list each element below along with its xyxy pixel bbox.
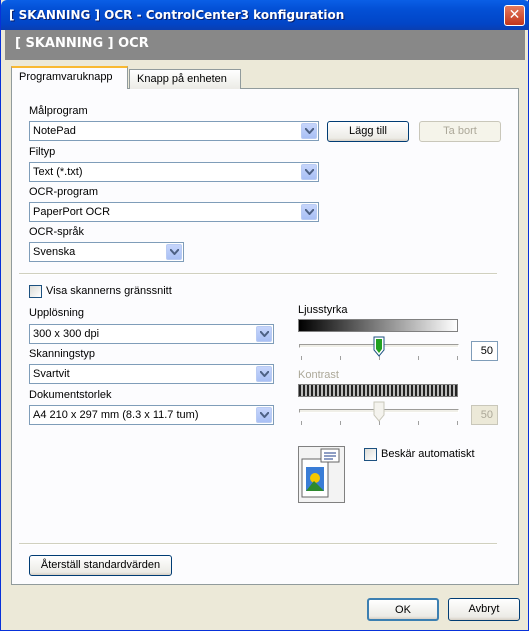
ocr-language-select[interactable]: Svenska xyxy=(29,242,184,262)
document-size-select[interactable]: A4 210 x 297 mm (8.3 x 11.7 tum) xyxy=(29,405,274,425)
scan-document-icon xyxy=(298,446,345,503)
document-size-label: Dokumentstorlek xyxy=(29,389,112,401)
resolution-value: 300 x 300 dpi xyxy=(33,328,100,340)
window-title: [ SKANNING ] OCR - ControlCenter3 konfig… xyxy=(9,8,345,22)
separator xyxy=(19,543,497,545)
target-app-label: Målprogram xyxy=(29,105,88,117)
filetype-select[interactable]: Text (*.txt) xyxy=(29,162,319,182)
chevron-down-icon xyxy=(301,204,317,220)
contrast-value-field[interactable]: 50 xyxy=(471,405,498,425)
add-button[interactable]: Lägg till xyxy=(327,121,409,142)
target-app-value: NotePad xyxy=(33,125,76,137)
show-scanner-ui-label: Visa skannerns gränssnitt xyxy=(46,285,172,297)
remove-button[interactable]: Ta bort xyxy=(419,121,501,142)
header-title: [ SKANNING ] OCR xyxy=(15,36,149,51)
auto-crop-label: Beskär automatiskt xyxy=(381,448,475,460)
contrast-slider-thumb[interactable] xyxy=(373,401,385,422)
chevron-down-icon xyxy=(256,326,272,342)
chevron-down-icon xyxy=(301,164,317,180)
chevron-down-icon xyxy=(256,366,272,382)
brightness-label: Ljusstyrka xyxy=(298,304,348,316)
restore-defaults-button[interactable]: Återställ standardvärden xyxy=(29,555,172,576)
brightness-value-field[interactable]: 50 xyxy=(471,341,498,361)
contrast-pattern xyxy=(298,384,458,397)
filetype-label: Filtyp xyxy=(29,146,56,158)
ok-button[interactable]: OK xyxy=(367,598,439,621)
document-size-value: A4 210 x 297 mm (8.3 x 11.7 tum) xyxy=(33,409,199,421)
ocr-language-value: Svenska xyxy=(33,246,76,258)
brightness-slider-thumb[interactable] xyxy=(373,336,385,357)
filetype-value: Text (*.txt) xyxy=(33,166,83,178)
chevron-down-icon xyxy=(301,123,317,139)
ocr-program-select[interactable]: PaperPort OCR xyxy=(29,202,319,222)
resolution-label: Upplösning xyxy=(29,307,85,319)
cancel-button[interactable]: Avbryt xyxy=(448,598,520,621)
contrast-label: Kontrast xyxy=(298,369,339,381)
ocr-program-label: OCR-program xyxy=(29,186,99,198)
target-app-select[interactable]: NotePad xyxy=(29,121,319,141)
show-scanner-ui-checkbox[interactable] xyxy=(29,285,42,298)
dialog-window: [ SKANNING ] OCR - ControlCenter3 konfig… xyxy=(0,0,529,631)
header-band: [ SKANNING ] OCR xyxy=(5,30,525,60)
brightness-gradient xyxy=(298,319,458,332)
tab-software-button[interactable]: Programvaruknapp xyxy=(11,66,128,89)
close-button[interactable]: ✕ xyxy=(504,5,525,26)
tab-device-button[interactable]: Knapp på enheten xyxy=(129,69,241,89)
resolution-select[interactable]: 300 x 300 dpi xyxy=(29,324,274,344)
scan-type-label: Skanningstyp xyxy=(29,348,96,360)
title-bar[interactable]: [ SKANNING ] OCR - ControlCenter3 konfig… xyxy=(1,0,529,30)
auto-crop-checkbox[interactable] xyxy=(364,448,377,461)
chevron-down-icon xyxy=(166,244,182,260)
chevron-down-icon xyxy=(256,407,272,423)
ocr-language-label: OCR-språk xyxy=(29,226,85,238)
separator xyxy=(19,273,497,275)
scan-type-select[interactable]: Svartvit xyxy=(29,364,274,384)
scan-type-value: Svartvit xyxy=(33,368,70,380)
ocr-program-value: PaperPort OCR xyxy=(33,206,111,218)
